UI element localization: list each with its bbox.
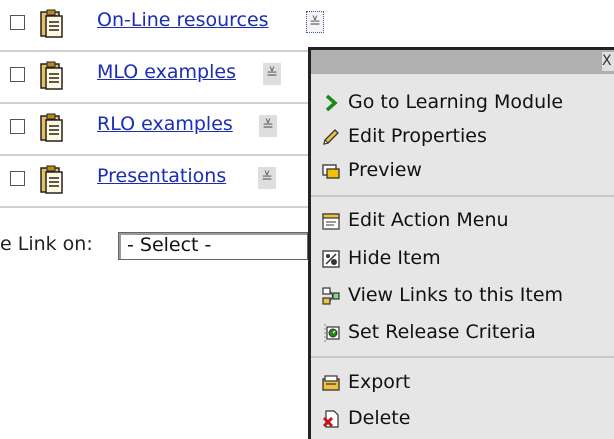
action-menu-button[interactable]: ≚ <box>306 11 324 33</box>
action-menu-button[interactable]: ≚ <box>259 115 277 137</box>
hide-icon <box>322 250 340 268</box>
item-link[interactable]: MLO examples <box>97 61 236 83</box>
item-checkbox[interactable] <box>10 171 25 186</box>
menu-item-label: Set Release Criteria <box>348 321 536 343</box>
arrow-right-icon <box>325 94 338 112</box>
menu-item-delete[interactable]: Delete <box>311 402 614 436</box>
menu-item-label: Hide Item <box>348 247 441 269</box>
delete-icon <box>322 410 339 428</box>
pencil-icon <box>323 129 339 145</box>
menu-item-preview[interactable]: Preview <box>311 154 614 188</box>
export-icon <box>322 375 340 391</box>
menu-item-export[interactable]: Export <box>311 366 614 400</box>
item-link[interactable]: On-Line resources <box>97 9 269 31</box>
link-on-label: e Link on: <box>0 233 93 255</box>
item-link[interactable]: Presentations <box>97 165 226 187</box>
links-icon <box>322 287 340 305</box>
list-item: On-Line resources ≚ <box>0 0 614 52</box>
release-criteria-icon <box>324 324 340 342</box>
menu-item-go-to-learning-module[interactable]: Go to Learning Module <box>311 86 614 120</box>
preview-window-icon <box>322 164 340 179</box>
menu-item-label: Edit Action Menu <box>348 209 509 231</box>
menu-title-bar[interactable] <box>311 50 614 74</box>
action-menu-button[interactable]: ≚ <box>263 63 281 85</box>
action-menu-button[interactable]: ≚ <box>258 167 276 189</box>
menu-item-label: Preview <box>348 159 422 181</box>
folder-document-icon <box>40 165 63 194</box>
menu-edit-icon <box>322 213 340 230</box>
menu-separator <box>311 356 614 358</box>
menu-separator <box>311 195 614 197</box>
folder-document-icon <box>40 61 63 90</box>
item-checkbox[interactable] <box>10 119 25 134</box>
menu-item-hide-item[interactable]: Hide Item <box>311 242 614 276</box>
menu-item-label: Edit Properties <box>348 125 487 147</box>
menu-item-label: Export <box>348 371 411 393</box>
menu-item-label: Go to Learning Module <box>348 91 564 113</box>
folder-document-icon <box>40 113 63 142</box>
item-checkbox[interactable] <box>10 67 25 82</box>
close-icon[interactable]: X <box>602 52 614 71</box>
menu-item-edit-properties[interactable]: Edit Properties <box>311 120 614 154</box>
menu-item-label: View Links to this Item <box>348 284 564 306</box>
action-context-menu: X Go to Learning Module Edit Properties … <box>308 47 614 439</box>
item-link[interactable]: RLO examples <box>97 113 233 135</box>
menu-item-view-links[interactable]: View Links to this Item <box>311 279 614 313</box>
menu-item-label: Delete <box>348 407 411 429</box>
menu-item-edit-action-menu[interactable]: Edit Action Menu <box>311 204 614 238</box>
folder-document-icon <box>40 9 63 38</box>
link-on-select[interactable]: - Select - <box>118 232 308 260</box>
menu-item-set-release-criteria[interactable]: Set Release Criteria <box>311 316 614 350</box>
item-checkbox[interactable] <box>10 15 25 30</box>
